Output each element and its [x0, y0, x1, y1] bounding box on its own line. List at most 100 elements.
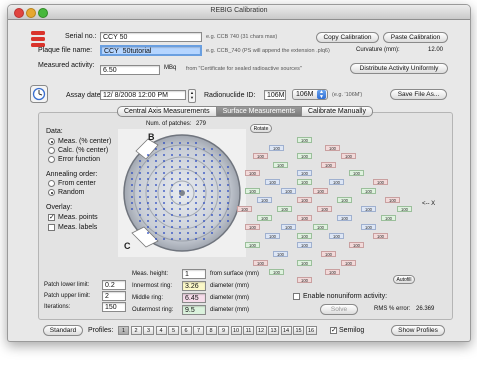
patch-value[interactable]: 100 — [341, 260, 356, 266]
patch-value[interactable]: 100 — [245, 224, 260, 230]
innermost-ring-input[interactable]: 3.26 — [182, 281, 206, 291]
patch-value[interactable]: 100 — [245, 170, 260, 176]
radionuclide-popup[interactable]: 106M ▲ ▼ — [292, 89, 328, 100]
patch-value[interactable]: 100 — [297, 277, 312, 283]
patch-value[interactable]: 100 — [297, 170, 312, 176]
profile-button-3[interactable]: 3 — [143, 326, 154, 335]
patch-value[interactable]: 100 — [321, 251, 336, 257]
profile-button-14[interactable]: 14 — [280, 326, 292, 335]
patch-value[interactable]: 100 — [337, 197, 352, 203]
distribute-activity-button[interactable]: Distribute Activity Uniformly — [350, 63, 448, 74]
solve-button[interactable]: Solve — [320, 304, 358, 315]
meas-points-checkbox[interactable]: ✓ — [48, 214, 55, 221]
standard-button[interactable]: Standard — [43, 325, 83, 336]
patch-value[interactable]: 100 — [381, 215, 396, 221]
profile-button-16[interactable]: 16 — [305, 326, 317, 335]
patch-value[interactable]: 100 — [373, 179, 388, 185]
profile-button-8[interactable]: 8 — [205, 326, 217, 335]
tab-surface-measurements[interactable]: Surface Measurements — [215, 106, 302, 117]
profile-button-9[interactable]: 9 — [218, 326, 229, 335]
profile-button-6[interactable]: 6 — [180, 326, 192, 335]
patch-value[interactable]: 100 — [349, 242, 364, 248]
activity-input[interactable]: 6.50 — [100, 65, 160, 75]
iterations-input[interactable]: 150 — [102, 302, 126, 312]
clock-icon[interactable] — [30, 85, 48, 103]
outermost-ring-input[interactable]: 9.5 — [182, 305, 206, 315]
tab-central-axis[interactable]: Central Axis Measurements — [117, 106, 217, 117]
patch-value[interactable]: 100 — [297, 233, 312, 239]
patch-value[interactable]: 100 — [321, 162, 336, 168]
patch-value[interactable]: 100 — [297, 215, 312, 221]
patch-value[interactable]: 100 — [245, 188, 260, 194]
patch-value[interactable]: 100 — [281, 224, 296, 230]
data-calc-radio[interactable] — [48, 147, 55, 154]
patch-upper-input[interactable]: 2 — [102, 291, 126, 301]
nonuniform-checkbox[interactable] — [293, 293, 300, 300]
patch-value[interactable]: 100 — [297, 197, 312, 203]
patch-value[interactable]: 100 — [349, 170, 364, 176]
patch-value[interactable]: 100 — [313, 224, 328, 230]
semilog-checkbox[interactable]: ✓ — [330, 327, 337, 334]
profile-button-13[interactable]: 13 — [268, 326, 279, 335]
patch-value[interactable]: 100 — [297, 137, 312, 143]
patch-value[interactable]: 100 — [245, 242, 260, 248]
patch-value[interactable]: 100 — [397, 206, 412, 212]
save-file-as-button[interactable]: Save File As... — [390, 89, 447, 100]
patch-value[interactable]: 100 — [361, 224, 376, 230]
patch-value[interactable]: 100 — [313, 188, 328, 194]
patch-value[interactable]: 100 — [325, 145, 340, 151]
profile-button-2[interactable]: 2 — [130, 326, 142, 335]
data-error-radio[interactable] — [48, 156, 55, 163]
patch-value[interactable]: 100 — [337, 215, 352, 221]
patch-value[interactable]: 100 — [317, 206, 332, 212]
patch-value[interactable]: 100 — [277, 206, 292, 212]
annealing-random-radio[interactable] — [48, 189, 55, 196]
profile-button-12[interactable]: 12 — [255, 326, 267, 335]
date-stepper[interactable]: ▲ ▼ — [188, 89, 196, 103]
patch-value[interactable]: 100 — [297, 260, 312, 266]
patch-value[interactable]: 100 — [341, 153, 356, 159]
profile-button-7[interactable]: 7 — [193, 326, 204, 335]
profile-button-4[interactable]: 4 — [155, 326, 167, 335]
meas-labels-checkbox[interactable] — [48, 224, 55, 231]
patch-value[interactable]: 100 — [297, 242, 312, 248]
profile-button-1[interactable]: 1 — [118, 326, 129, 335]
patch-lower-input[interactable]: 0.2 — [102, 280, 126, 290]
radionuclide-input[interactable]: 106M — [264, 90, 286, 100]
patch-value[interactable]: 100 — [361, 188, 376, 194]
profile-button-11[interactable]: 11 — [243, 326, 254, 335]
profile-button-10[interactable]: 10 — [230, 326, 242, 335]
patch-value[interactable]: 100 — [281, 188, 296, 194]
tab-calibrate-manually[interactable]: Calibrate Manually — [300, 106, 373, 117]
meas-height-input[interactable]: 1 — [182, 269, 206, 279]
patch-value[interactable]: 100 — [253, 260, 268, 266]
plaque-file-input[interactable]: CCY_50tutorial — [100, 45, 202, 56]
data-meas-radio[interactable] — [48, 138, 55, 145]
patch-value[interactable]: 100 — [253, 153, 268, 159]
patch-value[interactable]: 100 — [297, 179, 312, 185]
patch-value[interactable]: 100 — [329, 179, 344, 185]
rotate-button[interactable]: Rotate — [250, 124, 272, 133]
middle-ring-input[interactable]: 6.45 — [182, 293, 206, 303]
profile-button-5[interactable]: 5 — [168, 326, 179, 335]
patch-value[interactable]: 100 — [297, 153, 312, 159]
serial-input[interactable]: CCY 50 — [100, 32, 202, 42]
show-profiles-button[interactable]: Show Profiles — [391, 325, 445, 336]
annealing-center-radio[interactable] — [48, 180, 55, 187]
patch-value[interactable]: 100 — [265, 179, 280, 185]
patch-value[interactable]: 100 — [329, 233, 344, 239]
profile-button-15[interactable]: 15 — [293, 326, 304, 335]
patch-value[interactable]: 100 — [257, 197, 272, 203]
patch-value[interactable]: 100 — [257, 215, 272, 221]
patch-value[interactable]: 100 — [373, 233, 388, 239]
patch-value[interactable]: 100 — [361, 206, 376, 212]
patch-value[interactable]: 100 — [325, 269, 340, 275]
paste-calibration-button[interactable]: Paste Calibration — [383, 32, 448, 43]
autofill-button[interactable]: Autofill — [393, 275, 415, 284]
patch-value[interactable]: 100 — [269, 269, 284, 275]
plaque-image[interactable] — [118, 129, 246, 257]
patch-value[interactable]: 100 — [265, 233, 280, 239]
patch-value[interactable]: 100 — [273, 251, 288, 257]
patch-value[interactable]: 100 — [273, 162, 288, 168]
patch-value[interactable]: 100 — [269, 145, 284, 151]
